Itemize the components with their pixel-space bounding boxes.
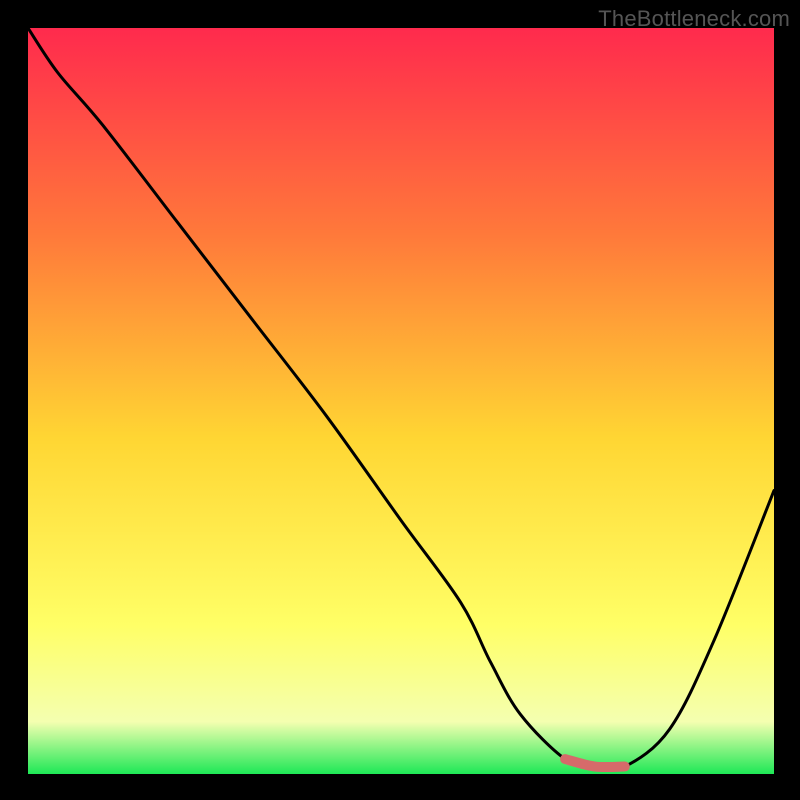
watermark-text: TheBottleneck.com xyxy=(598,6,790,32)
chart-container: TheBottleneck.com xyxy=(0,0,800,800)
bottleneck-curve xyxy=(28,28,774,774)
plot-area xyxy=(28,28,774,774)
